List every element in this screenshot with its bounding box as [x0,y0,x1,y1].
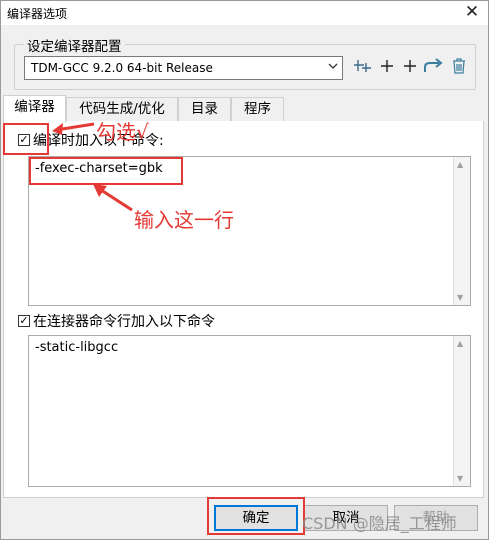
checkbox-highlight-box [3,123,49,155]
tab-compiler[interactable]: 编译器 [3,95,66,123]
compiler-select-value: TDM-GCC 9.2.0 64-bit Release [31,61,213,75]
tab-directories[interactable]: 目录 [178,97,231,121]
rename-icon[interactable] [422,56,444,78]
tab-programs[interactable]: 程序 [231,97,284,121]
scroll-up-icon[interactable]: ▲ [457,160,463,169]
arrow-icon [93,184,133,212]
delete-icon[interactable] [448,56,470,78]
linker-commands-text: -static-libgcc [35,340,119,355]
linker-commands-textarea[interactable]: -static-libgcc ▲ ▼ [28,335,471,487]
window-title: 编译器选项 [7,7,68,21]
scroll-up-icon[interactable]: ▲ [457,339,463,348]
scroll-down-icon[interactable]: ▼ [457,474,463,483]
close-icon[interactable]: ✕ [463,3,481,21]
scroll-down-icon[interactable]: ▼ [457,293,463,302]
compiler-select[interactable]: TDM-GCC 9.2.0 64-bit Release [24,56,343,80]
config-group-label: 设定编译器配置 [24,35,125,55]
add-set-icon[interactable] [352,56,374,78]
add-icon[interactable] [376,56,398,78]
title-bar: 编译器选项 ✕ [1,1,488,25]
input-annotation: 输入这一行 [134,208,234,232]
check-annotation: 勾选√ [96,120,149,144]
watermark: CSDN @隐居_工程师 [302,514,457,533]
add-icon[interactable] [399,56,421,78]
scrollbar[interactable]: ▲ ▼ [453,157,470,305]
linker-commands-label: 在连接器命令行加入以下命令 [33,314,215,330]
chevron-down-icon [328,61,338,74]
ok-highlight-box [207,497,305,535]
linker-commands-checkbox[interactable]: ✓ [18,315,30,327]
scrollbar[interactable]: ▲ ▼ [453,336,470,486]
